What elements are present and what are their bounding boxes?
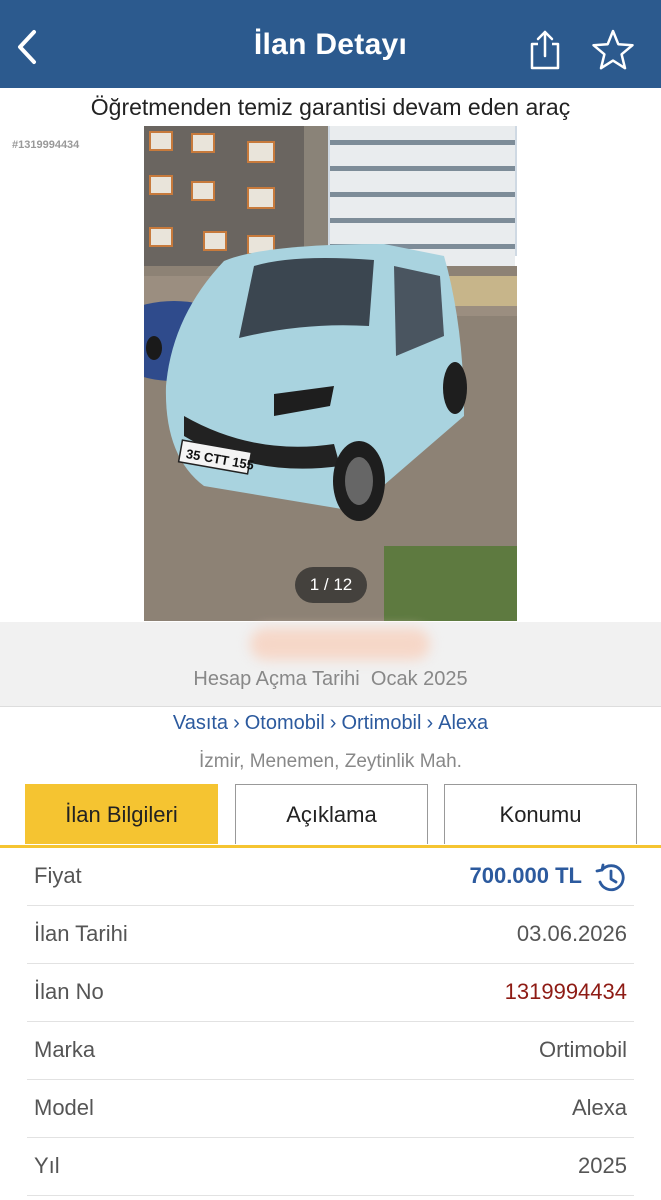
- detail-row-year: Yıl 2025: [27, 1138, 634, 1196]
- photo-listing-id: #1319994434: [12, 139, 80, 151]
- detail-tabs: İlan Bilgileri Açıklama Konumu: [0, 784, 661, 848]
- breadcrumb-separator: ›: [329, 712, 337, 734]
- breadcrumb-ortimobil[interactable]: Ortimobil: [341, 712, 421, 734]
- detail-row-model: Model Alexa: [27, 1080, 634, 1138]
- breadcrumb-separator: ›: [426, 712, 434, 734]
- detail-label: Marka: [34, 1037, 96, 1062]
- tab-konumu[interactable]: Konumu: [444, 784, 637, 844]
- detail-row-listing-date: İlan Tarihi 03.06.2026: [27, 906, 634, 964]
- seller-name-redacted: [250, 628, 430, 660]
- tab-aciklama[interactable]: Açıklama: [235, 784, 428, 844]
- share-icon: [530, 30, 560, 70]
- tab-ilan-bilgileri[interactable]: İlan Bilgileri: [25, 784, 218, 844]
- seller-info: Hesap Açma Tarihi Ocak 2025: [0, 622, 661, 707]
- listing-location: İzmir, Menemen, Zeytinlik Mah.: [199, 751, 462, 772]
- detail-row-listing-no: İlan No 1319994434: [27, 964, 634, 1022]
- top-navigation-bar: İlan Detayı: [0, 0, 661, 88]
- price-value: 700.000 TL: [469, 863, 582, 888]
- photo-gallery: #1319994434 35 CTT 155 1 / 12: [0, 126, 661, 622]
- listing-number-value: 1319994434: [504, 979, 627, 1004]
- star-icon: [592, 29, 634, 70]
- detail-value: Ortimobil: [538, 1037, 627, 1062]
- detail-label: Fiyat: [34, 863, 82, 888]
- breadcrumb-separator: ›: [233, 712, 240, 734]
- car-photo[interactable]: 35 CTT 155 1 / 12: [144, 126, 517, 621]
- detail-row-brand: Marka Ortimobil: [27, 1022, 634, 1080]
- detail-value: 2025: [578, 1153, 627, 1178]
- detail-label: İlan Tarihi: [34, 921, 128, 946]
- detail-label: Model: [34, 1095, 94, 1120]
- detail-value: 03.06.2026: [516, 921, 627, 946]
- detail-row-price: Fiyat 700.000 TL: [27, 848, 634, 906]
- breadcrumb-vasita[interactable]: Vasıta: [173, 712, 228, 734]
- detail-label: İlan No: [34, 979, 104, 1004]
- breadcrumb-alexa[interactable]: Alexa: [438, 712, 488, 734]
- breadcrumb: Vasıta › Otomobil › Ortimobil › Alexa: [0, 712, 661, 735]
- listing-title: Öğretmenden temiz garantisi devam eden a…: [90, 94, 571, 120]
- favorite-button[interactable]: [591, 28, 635, 72]
- detail-label: Yıl: [34, 1153, 60, 1178]
- price-history-icon[interactable]: [594, 861, 628, 895]
- share-button[interactable]: [524, 28, 566, 72]
- breadcrumb-otomobil[interactable]: Otomobil: [245, 712, 325, 734]
- listing-details-table: Fiyat 700.000 TL İlan Tarihi 03.06.2026 …: [27, 848, 634, 1196]
- photo-counter: 1 / 12: [295, 567, 367, 603]
- account-open-date: Hesap Açma Tarihi Ocak 2025: [193, 668, 468, 690]
- detail-value: Alexa: [571, 1095, 627, 1120]
